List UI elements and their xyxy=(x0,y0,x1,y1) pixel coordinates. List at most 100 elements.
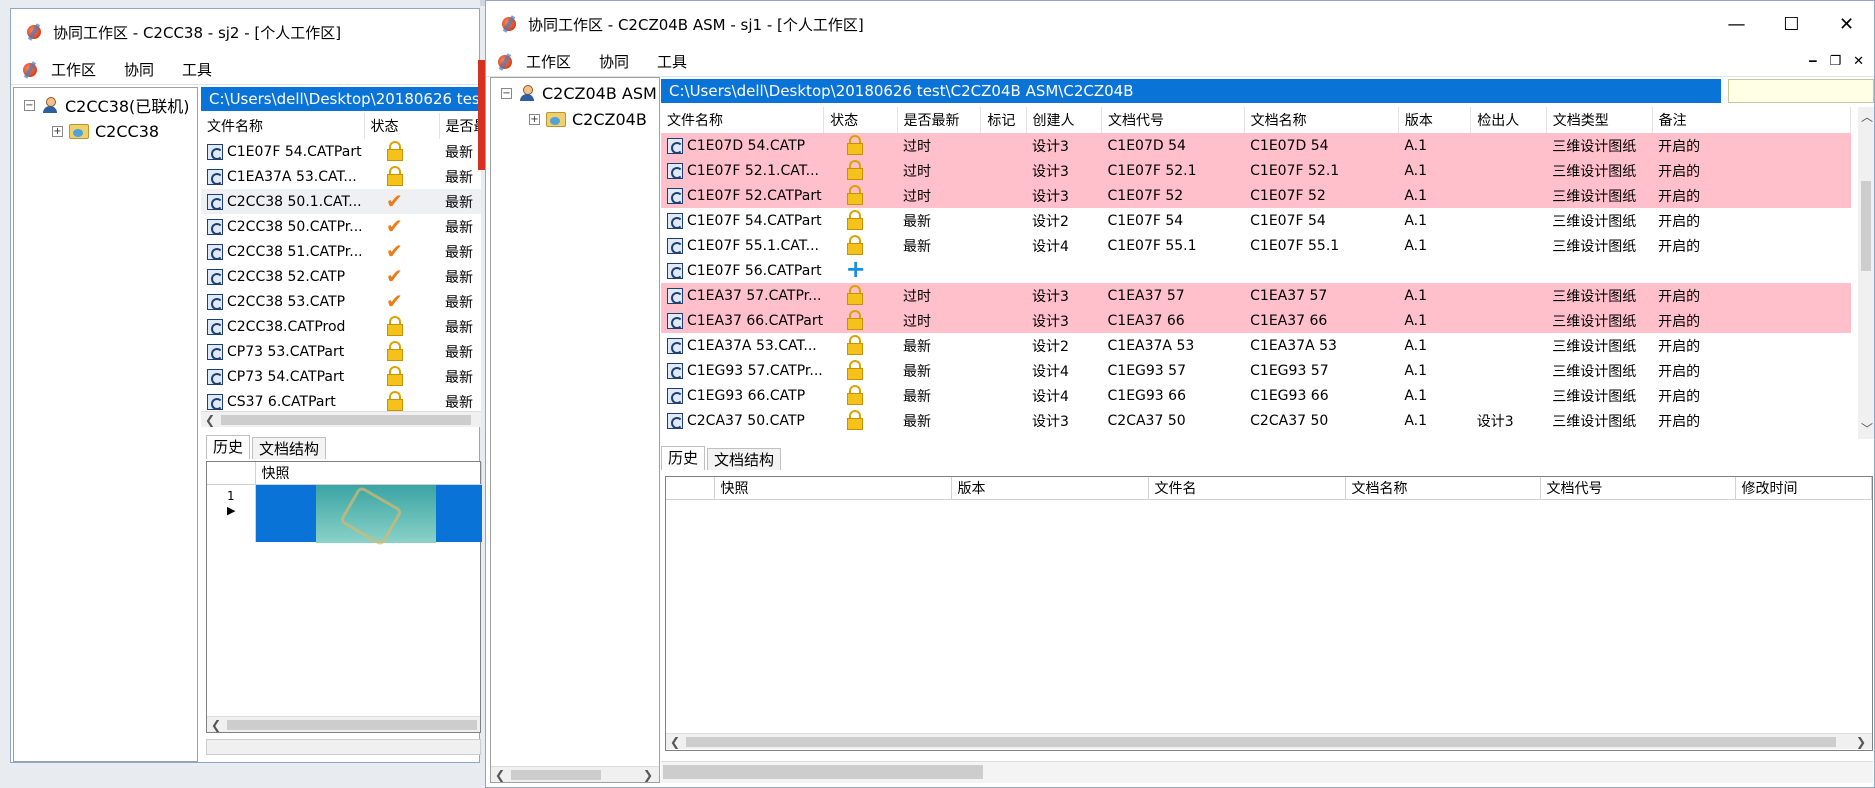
table-row[interactable]: C1E07D 54.CATP 过时 设计3 C1E07D 54 C1E07D 54 A.1… xyxy=(661,133,1851,158)
cell-latest[interactable]: 最新 xyxy=(439,139,481,164)
cell-version[interactable]: A.1 xyxy=(1398,358,1470,383)
cell-latest[interactable]: 过时 xyxy=(897,158,981,183)
cell-mark[interactable] xyxy=(981,258,1026,283)
cell-mark[interactable] xyxy=(981,208,1026,233)
minimize-button[interactable]: — xyxy=(1709,1,1764,47)
cell-doc-name[interactable]: C1E07F 52 xyxy=(1244,183,1399,208)
column-header[interactable]: 创建人 xyxy=(1026,107,1103,133)
horizontal-scrollbar[interactable]: ❮ xyxy=(201,411,481,427)
cell-filename[interactable]: C2CC38 50.CATPr... xyxy=(201,214,364,239)
cell-filename[interactable]: C1EG93 57.CATPr... xyxy=(661,358,824,383)
tree-root[interactable]: − C2CZ04B ASM xyxy=(491,80,659,106)
table-row[interactable]: C1E07F 56.CATPart + xyxy=(661,258,1851,283)
cell-filename[interactable]: C1E07F 52.1.CAT... xyxy=(661,158,824,183)
cell-status[interactable] xyxy=(823,158,897,183)
cell-doc-type[interactable]: 三维设计图纸 xyxy=(1546,383,1652,408)
cell-doc-type[interactable]: 三维设计图纸 xyxy=(1546,133,1653,158)
expand-icon[interactable]: + xyxy=(52,125,63,137)
cell-status[interactable]: ✔ xyxy=(364,239,439,264)
cell-doc-type[interactable]: 三维设计图纸 xyxy=(1546,158,1653,183)
cell-doc-type[interactable]: 三维设计图纸 xyxy=(1546,308,1653,333)
cell-doc-name[interactable]: C1E07D 54 xyxy=(1244,133,1399,158)
table-row[interactable]: C2CC38 52.CATP ✔ 最新 xyxy=(201,264,481,289)
mdi-minimize-button[interactable]: ‒ xyxy=(1808,54,1817,69)
cell-checkout-user[interactable] xyxy=(1470,133,1547,158)
tab-history[interactable]: 历史 xyxy=(206,435,251,459)
cell-doc-code[interactable]: C1E07F 54 xyxy=(1102,208,1245,233)
cell-filename[interactable]: C1EA37A 53.CAT... xyxy=(201,164,364,189)
cell-version[interactable]: A.1 xyxy=(1398,133,1471,158)
scroll-up-icon[interactable]: ︿ xyxy=(1861,109,1873,125)
tree-child[interactable]: + C2CC38 xyxy=(14,118,197,144)
history-row-index[interactable]: 1 ▶ xyxy=(207,484,256,542)
table-row[interactable]: C1E07F 55.1.CAT... 最新 设计4 C1E07F 55.1 C1E07F… xyxy=(661,233,1851,258)
cell-version[interactable]: A.1 xyxy=(1398,183,1471,208)
cell-doc-type[interactable]: 三维设计图纸 xyxy=(1546,408,1652,433)
cell-filename[interactable]: CS37 6.CATPart xyxy=(201,389,364,411)
menu-tools[interactable]: 工具 xyxy=(657,51,687,72)
history-hscrollbar[interactable]: ❮ xyxy=(207,716,480,732)
cell-filename[interactable]: C2CA37 50.CATP xyxy=(661,408,824,433)
cell-latest[interactable]: 最新 xyxy=(439,289,481,314)
cell-doc-name[interactable]: C2CA37 50 xyxy=(1244,408,1398,433)
expand-icon[interactable]: + xyxy=(529,113,540,125)
cell-doc-code[interactable] xyxy=(1102,258,1245,283)
cell-status[interactable]: + xyxy=(824,258,897,283)
cell-version[interactable]: A.1 xyxy=(1398,383,1470,408)
cell-status[interactable] xyxy=(823,133,897,158)
cell-doc-name[interactable]: C1EG93 57 xyxy=(1244,358,1398,383)
scroll-right-icon[interactable]: ❯ xyxy=(643,767,653,783)
cell-doc-code[interactable]: C1E07F 52.1 xyxy=(1101,158,1245,183)
cell-mark[interactable] xyxy=(981,233,1026,258)
column-header[interactable]: 状态 xyxy=(364,113,440,139)
history-col-version[interactable]: 版本 xyxy=(951,477,1149,500)
column-header[interactable]: 状态 xyxy=(823,107,898,133)
cell-checkout-user[interactable] xyxy=(1470,283,1547,308)
cell-status[interactable] xyxy=(824,383,897,408)
cell-version[interactable]: A.1 xyxy=(1398,208,1470,233)
cell-mark[interactable] xyxy=(980,133,1026,158)
cell-doc-code[interactable]: C1E07D 54 xyxy=(1101,133,1245,158)
cell-doc-code[interactable]: C1EA37 66 xyxy=(1101,308,1245,333)
cell-doc-type[interactable]: 三维设计图纸 xyxy=(1546,358,1652,383)
cell-note[interactable]: 开启的 xyxy=(1652,133,1851,158)
history-col-filename[interactable]: 文件名 xyxy=(1148,477,1346,500)
column-header[interactable]: 文件名称 xyxy=(201,113,365,139)
cell-latest[interactable]: 最新 xyxy=(897,333,981,358)
cell-creator[interactable]: 设计3 xyxy=(1026,408,1102,433)
cell-checkout-user[interactable] xyxy=(1470,183,1547,208)
cell-status[interactable]: ✔ xyxy=(364,264,439,289)
cell-version[interactable]: A.1 xyxy=(1398,283,1471,308)
cell-creator[interactable] xyxy=(1026,258,1102,283)
cell-status[interactable] xyxy=(364,164,439,189)
tab-history[interactable]: 历史 xyxy=(661,446,706,470)
cell-filename[interactable]: C1E07F 54.CATPart xyxy=(201,139,364,164)
cell-version[interactable]: A.1 xyxy=(1398,408,1470,433)
cell-doc-name[interactable] xyxy=(1244,258,1398,283)
cell-note[interactable]: 开启的 xyxy=(1652,308,1851,333)
cell-latest[interactable]: 最新 xyxy=(439,339,481,364)
scrollbar-thumb[interactable] xyxy=(686,737,1836,747)
cell-latest[interactable]: 最新 xyxy=(897,208,981,233)
cell-checkout-user[interactable] xyxy=(1471,233,1547,258)
cell-filename[interactable]: C1E07F 55.1.CAT... xyxy=(661,233,824,258)
table-row[interactable]: C2CA37 50.CATP 最新 设计3 C2CA37 50 C2CA37 50 A.1… xyxy=(661,408,1851,433)
cell-status[interactable] xyxy=(824,333,897,358)
status-thumb[interactable] xyxy=(663,765,983,779)
table-row[interactable]: C1E07F 52.1.CAT... 过时 设计3 C1E07F 52.1 C1E07F… xyxy=(661,158,1851,183)
cell-doc-type[interactable] xyxy=(1546,258,1652,283)
collapse-icon[interactable]: − xyxy=(501,87,512,99)
mdi-restore-button[interactable]: ❐ xyxy=(1829,54,1841,69)
cell-doc-name[interactable]: C1EA37 66 xyxy=(1244,308,1399,333)
cell-filename[interactable]: C2CC38 53.CATP xyxy=(201,289,364,314)
scroll-left-icon[interactable]: ❮ xyxy=(495,767,505,783)
cell-mark[interactable] xyxy=(981,383,1026,408)
cell-filename[interactable]: C1E07D 54.CATP xyxy=(661,133,824,158)
cell-filename[interactable]: C1E07F 52.CATPart xyxy=(661,183,824,208)
cell-latest[interactable]: 最新 xyxy=(439,214,481,239)
app-icon[interactable] xyxy=(496,53,514,71)
cell-checkout-user[interactable] xyxy=(1471,383,1547,408)
cell-creator[interactable]: 设计2 xyxy=(1026,208,1102,233)
table-row[interactable]: C2CC38.CATProd 最新 xyxy=(201,314,481,339)
history-col-docname[interactable]: 文档名称 xyxy=(1345,477,1541,500)
